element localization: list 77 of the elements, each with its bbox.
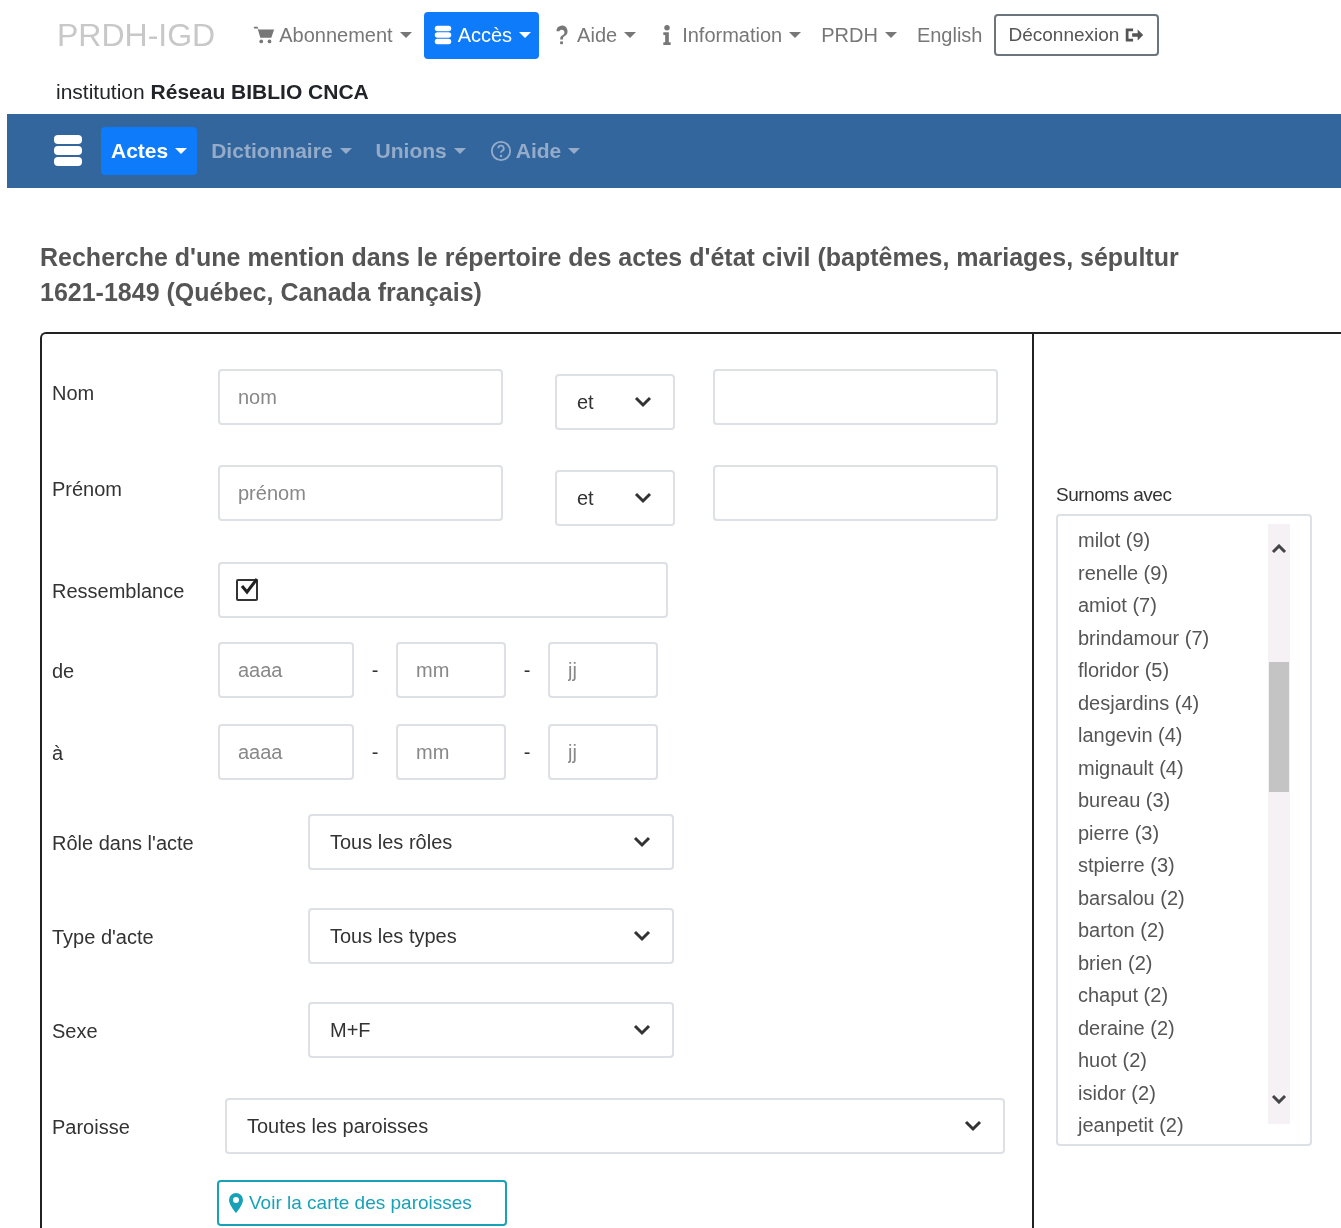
day-input[interactable]: jj	[548, 642, 658, 698]
list-option[interactable]: amiot (7)	[1078, 589, 1268, 622]
dropdown-select[interactable]: Tous les types	[308, 908, 674, 964]
list-option[interactable]: brindamour (7)	[1078, 621, 1268, 654]
list-option[interactable]: floridor (5)	[1078, 654, 1268, 687]
field-label: Ressemblance	[52, 579, 186, 603]
chevron-down-icon	[632, 929, 652, 943]
logout-button[interactable]: Déconnexion	[994, 14, 1160, 56]
checkbox[interactable]	[236, 579, 258, 601]
date-separator: -	[370, 658, 380, 682]
page-heading: Recherche d'une mention dans le répertoire des actes d'état civil (baptêmes, mariages, sépultur	[40, 242, 1180, 273]
field-label: Paroisse	[52, 1115, 131, 1139]
field-label: Type d'acte	[52, 925, 155, 949]
nav-menu-item[interactable]: Accès	[423, 11, 540, 59]
list-label: Surnoms avec	[1056, 484, 1173, 506]
chevron-down-icon	[633, 491, 653, 505]
list-option[interactable]: bureau (3)	[1078, 784, 1268, 817]
chevron-up-icon	[1271, 544, 1287, 554]
year-input[interactable]: aaaa	[218, 642, 354, 698]
dropdown-select[interactable]: Tous les rôles	[308, 814, 674, 870]
institution-text: institution Réseau BIBLIO CNCA	[55, 79, 370, 105]
list-option[interactable]: stpierre (3)	[1078, 849, 1268, 882]
field-label: Prénom	[52, 477, 124, 501]
date-separator: -	[522, 658, 532, 682]
list-option[interactable]: deraine (2)	[1078, 1011, 1268, 1044]
day-input[interactable]: jj	[548, 724, 658, 780]
dropdown-select[interactable]: Toutes les paroisses	[225, 1098, 1005, 1154]
list-option[interactable]: huot (2)	[1078, 1044, 1268, 1077]
database-icon	[53, 134, 83, 168]
cart-icon	[253, 24, 276, 46]
list-option[interactable]: isidor (2)	[1078, 1076, 1268, 1109]
year-input[interactable]: aaaa	[218, 724, 354, 780]
nav-menu-item[interactable]: Aide	[543, 11, 645, 59]
month-input[interactable]: mm	[396, 724, 506, 780]
field-label: Rôle dans l'acte	[52, 831, 195, 855]
text-input[interactable]	[713, 369, 998, 425]
nav-menu-item[interactable]: English	[908, 11, 991, 59]
surname-list[interactable]	[1056, 514, 1312, 1146]
chevron-down-icon	[963, 1119, 983, 1133]
date-separator: -	[522, 740, 532, 764]
list-option[interactable]: jeanpetit (2)	[1078, 1109, 1268, 1142]
text-input[interactable]: prénom	[218, 465, 503, 521]
field-label: de	[52, 659, 76, 683]
field-label: à	[52, 741, 65, 765]
list-option[interactable]: milot (9)	[1078, 524, 1268, 557]
list-option[interactable]: renelle (9)	[1078, 556, 1268, 589]
scrollbar[interactable]	[1268, 524, 1290, 1124]
list-option[interactable]: brien (2)	[1078, 946, 1268, 979]
list-option[interactable]: mignault (4)	[1078, 751, 1268, 784]
chevron-down-icon	[633, 395, 653, 409]
field-label: Nom	[52, 381, 96, 405]
month-input[interactable]: mm	[396, 642, 506, 698]
chevron-down-icon	[632, 835, 652, 849]
map-pin-icon	[229, 1193, 243, 1213]
chevron-down-icon	[1271, 1094, 1287, 1104]
field-label: Sexe	[52, 1019, 99, 1043]
operator-select[interactable]: et	[555, 470, 675, 526]
text-input[interactable]: nom	[218, 369, 503, 425]
text-input[interactable]	[713, 465, 998, 521]
nav-menu-item[interactable]: Information	[648, 11, 810, 59]
list-option[interactable]: barton (2)	[1078, 914, 1268, 947]
list-option[interactable]: chaput (2)	[1078, 979, 1268, 1012]
operator-select[interactable]: et	[555, 374, 675, 430]
scrollbar-thumb[interactable]	[1269, 662, 1289, 792]
list-option[interactable]: desjardins (4)	[1078, 686, 1268, 719]
chevron-down-icon	[632, 1023, 652, 1037]
list-option[interactable]: barsalou (2)	[1078, 881, 1268, 914]
nav-menu-item[interactable]: Abonnement	[245, 11, 420, 59]
date-separator: -	[370, 740, 380, 764]
nav-menu-item[interactable]: PRDH	[813, 11, 905, 59]
list-option[interactable]: pierre (3)	[1078, 816, 1268, 849]
checkbox-field[interactable]	[218, 562, 668, 618]
page-heading: 1621-1849 (Québec, Canada français)	[40, 277, 483, 308]
list-option[interactable]: langevin (4)	[1078, 719, 1268, 752]
nav-menu-item[interactable]: Actes	[101, 127, 198, 175]
dropdown-select[interactable]: M+F	[308, 1002, 674, 1058]
help-circle-icon	[489, 140, 512, 162]
